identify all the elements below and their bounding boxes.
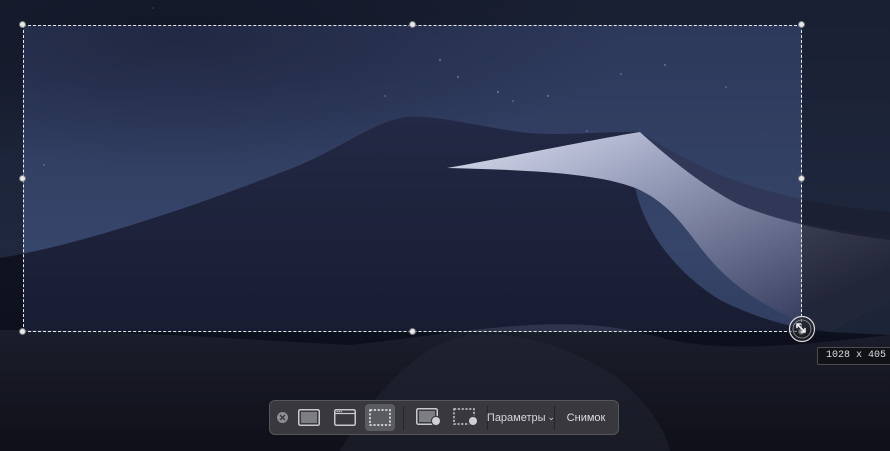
resize-handle-left[interactable]: [19, 175, 26, 182]
record-selection-button[interactable]: [451, 401, 481, 434]
dim-overlay-top: [0, 0, 890, 25]
screen-icon: [298, 409, 320, 426]
toolbar-separator: [403, 406, 404, 430]
capture-label: Снимок: [566, 411, 606, 424]
capture-window-button[interactable]: [330, 401, 360, 434]
resize-handle-bottom-left[interactable]: [19, 328, 26, 335]
capture-selection-button[interactable]: [365, 404, 395, 431]
screen-record-icon: [416, 408, 442, 427]
options-menu-button[interactable]: Параметры ⌄: [486, 401, 555, 434]
dashed-rect-icon: [369, 409, 391, 426]
resize-handle-top-left[interactable]: [19, 21, 26, 28]
window-icon: [334, 409, 356, 426]
dashed-rect-record-icon: [453, 408, 479, 427]
close-button[interactable]: [274, 401, 290, 434]
resize-handle-top[interactable]: [409, 21, 416, 28]
screenshot-toolbar: Параметры ⌄ Снимок: [269, 400, 619, 435]
selection-size-label: 1028 x 405: [817, 347, 890, 365]
capture-button[interactable]: Снимок: [555, 401, 617, 434]
selection-rectangle[interactable]: [23, 25, 802, 332]
resize-handle-right[interactable]: [798, 175, 805, 182]
record-entire-screen-button[interactable]: [414, 401, 444, 434]
capture-entire-screen-button[interactable]: [294, 401, 324, 434]
resize-handle-bottom[interactable]: [409, 328, 416, 335]
options-label: Параметры: [486, 411, 546, 424]
resize-cursor-icon: [788, 315, 816, 343]
dim-overlay-right: [802, 25, 890, 332]
resize-handle-top-right[interactable]: [798, 21, 805, 28]
close-circle-icon: [276, 412, 288, 423]
